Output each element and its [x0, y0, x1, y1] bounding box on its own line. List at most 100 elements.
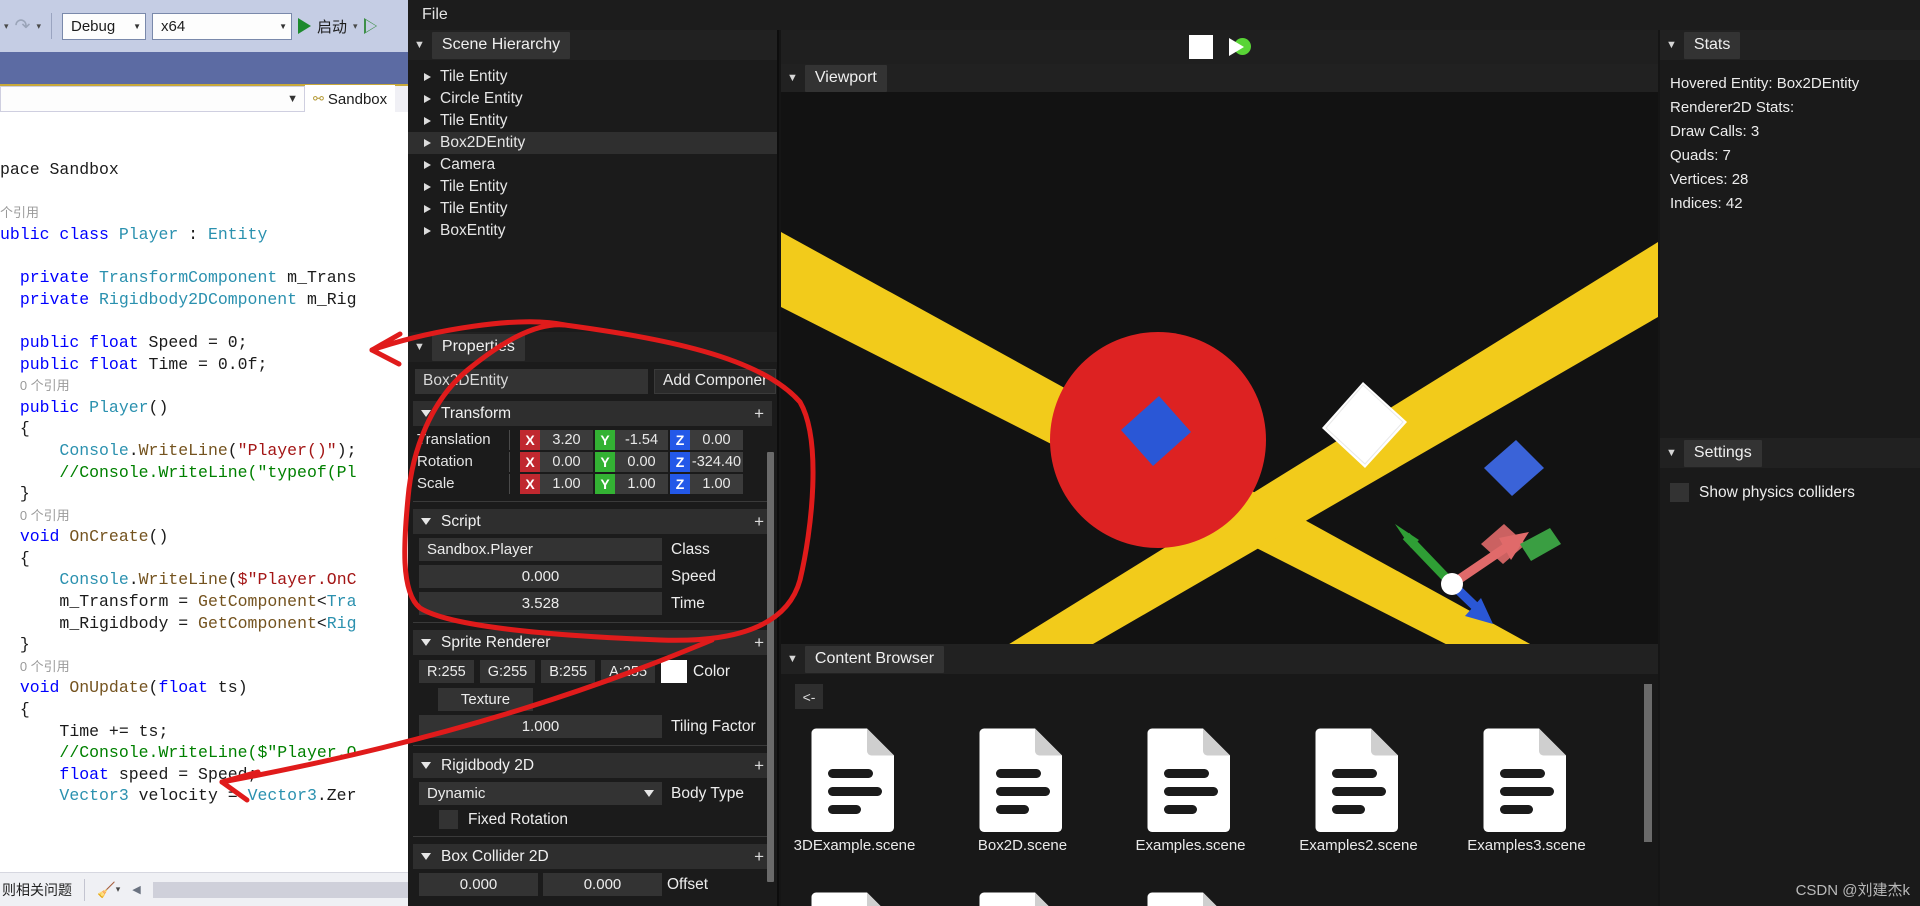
- script-component-header[interactable]: Script +: [413, 509, 772, 534]
- expand-triangle-icon[interactable]: [424, 139, 431, 147]
- transform-scale-z-input[interactable]: 1.00: [690, 474, 743, 494]
- color-g-input[interactable]: G:255: [479, 660, 536, 683]
- color-r-input[interactable]: R:255: [419, 660, 474, 683]
- entity-row[interactable]: Tile Entity: [408, 198, 777, 220]
- menu-file[interactable]: File: [422, 6, 448, 24]
- entity-name-input[interactable]: Box2DEntity: [415, 368, 648, 394]
- expand-triangle-icon[interactable]: [424, 205, 431, 213]
- entity-row[interactable]: Tile Entity: [408, 110, 777, 132]
- content-item[interactable]: [794, 888, 915, 906]
- content-item[interactable]: Examples.scene: [1130, 724, 1251, 854]
- start-button-label[interactable]: 启动: [317, 16, 347, 37]
- axis-y-badge[interactable]: Y: [595, 452, 615, 472]
- build-configuration-select[interactable]: Debug ▼: [61, 12, 146, 40]
- color-a-input[interactable]: A:255: [601, 660, 656, 683]
- sprite-renderer-component-header[interactable]: Sprite Renderer +: [413, 630, 772, 655]
- collapse-icon[interactable]: ▼: [787, 653, 798, 665]
- component-settings-plus-icon[interactable]: +: [754, 634, 764, 651]
- redo-dropdown-icon[interactable]: ▾: [36, 21, 41, 32]
- collapse-icon[interactable]: ▼: [1666, 447, 1677, 459]
- redo-icon[interactable]: ↷: [15, 15, 31, 38]
- add-component-button[interactable]: Add Componer: [654, 368, 777, 394]
- axis-x-badge[interactable]: X: [520, 452, 540, 472]
- expand-triangle-icon[interactable]: [424, 227, 431, 235]
- expand-triangle-icon[interactable]: [424, 117, 431, 125]
- stop-button[interactable]: [1189, 35, 1213, 59]
- build-platform-select[interactable]: x64 ▼: [151, 12, 292, 40]
- transform-rotation-x-input[interactable]: 0.00: [540, 452, 593, 472]
- transform-translation-y-input[interactable]: -1.54: [615, 430, 668, 450]
- transform-scale-x-input[interactable]: 1.00: [540, 474, 593, 494]
- broom-icon[interactable]: 🧹: [97, 881, 116, 899]
- color-swatch[interactable]: [661, 660, 688, 683]
- expand-triangle-icon[interactable]: [424, 73, 431, 81]
- component-settings-plus-icon[interactable]: +: [754, 513, 764, 530]
- component-settings-plus-icon[interactable]: +: [754, 757, 764, 774]
- component-settings-plus-icon[interactable]: +: [754, 848, 764, 865]
- entity-row[interactable]: Box2DEntity: [408, 132, 777, 154]
- content-item[interactable]: Examples3.scene: [1466, 724, 1587, 854]
- viewport-title[interactable]: Viewport: [804, 64, 887, 92]
- run-without-debug-icon[interactable]: [363, 18, 377, 34]
- fixed-rotation-checkbox[interactable]: [439, 810, 458, 829]
- component-settings-plus-icon[interactable]: +: [754, 405, 764, 422]
- entity-row[interactable]: Tile Entity: [408, 66, 777, 88]
- show-colliders-checkbox[interactable]: [1670, 483, 1689, 502]
- axis-y-badge[interactable]: Y: [595, 474, 615, 494]
- navigate-back-button[interactable]: <-: [795, 684, 823, 709]
- scene-hierarchy-title[interactable]: Scene Hierarchy: [431, 31, 571, 59]
- expand-triangle-icon[interactable]: [424, 161, 431, 169]
- content-item[interactable]: Box2D.scene: [962, 724, 1083, 854]
- simulate-button[interactable]: [1226, 35, 1253, 59]
- axis-z-badge[interactable]: Z: [670, 430, 690, 450]
- properties-title[interactable]: Properties: [431, 333, 525, 361]
- content-browser-title[interactable]: Content Browser: [804, 645, 945, 673]
- collapse-icon[interactable]: ▼: [414, 341, 425, 353]
- undo-dropdown-icon[interactable]: ▾: [4, 21, 9, 32]
- script-class-input[interactable]: Sandbox.Player: [419, 538, 662, 561]
- body-type-select[interactable]: Dynamic: [419, 782, 662, 805]
- expand-triangle-icon[interactable]: [424, 183, 431, 191]
- color-b-input[interactable]: B:255: [541, 660, 596, 683]
- expand-triangle-icon[interactable]: [424, 95, 431, 103]
- content-item[interactable]: Examples2.scene: [1298, 724, 1419, 854]
- axis-z-badge[interactable]: Z: [670, 452, 690, 472]
- collider-offset-y-input[interactable]: 0.000: [543, 873, 662, 896]
- collider-offset-x-input[interactable]: 0.000: [419, 873, 538, 896]
- vs-tab-sandbox[interactable]: ⚯ Sandbox: [305, 85, 396, 113]
- rigidbody2d-component-header[interactable]: Rigidbody 2D +: [413, 753, 772, 778]
- tiling-factor-input[interactable]: 1.000: [419, 715, 662, 738]
- content-item[interactable]: [1130, 888, 1251, 906]
- transform-rotation-y-input[interactable]: 0.00: [615, 452, 668, 472]
- transform-rotation-z-input[interactable]: -324.40: [690, 452, 743, 472]
- entity-row[interactable]: Circle Entity: [408, 88, 777, 110]
- script-speed-input[interactable]: 0.000: [419, 565, 662, 588]
- content-item[interactable]: 3DExample.scene: [794, 724, 915, 854]
- settings-title[interactable]: Settings: [1683, 439, 1762, 467]
- vs-nav-dropdown[interactable]: ▼: [0, 86, 305, 112]
- axis-x-badge[interactable]: X: [520, 430, 540, 450]
- entity-row[interactable]: Tile Entity: [408, 176, 777, 198]
- viewport-canvas[interactable]: [781, 92, 1658, 644]
- collapse-icon[interactable]: ▼: [414, 39, 425, 51]
- transform-translation-z-input[interactable]: 0.00: [690, 430, 743, 450]
- entity-row[interactable]: BoxEntity: [408, 220, 777, 242]
- axis-z-badge[interactable]: Z: [670, 474, 690, 494]
- texture-button[interactable]: Texture: [438, 688, 533, 711]
- collapse-icon[interactable]: ▼: [1666, 39, 1677, 51]
- scroll-left-icon[interactable]: ◀: [132, 883, 140, 896]
- run-play-icon[interactable]: [297, 18, 311, 34]
- content-browser-scrollbar[interactable]: [1644, 684, 1652, 842]
- box-collider2d-component-header[interactable]: Box Collider 2D +: [413, 844, 772, 869]
- content-item[interactable]: [962, 888, 1083, 906]
- transform-scale-y-input[interactable]: 1.00: [615, 474, 668, 494]
- vs-code-editor[interactable]: pace Sandbox 个引用 ublic class Player : Enti…: [0, 112, 470, 872]
- transform-translation-x-input[interactable]: 3.20: [540, 430, 593, 450]
- start-dropdown-icon[interactable]: ▾: [353, 21, 358, 32]
- collapse-icon[interactable]: ▼: [787, 72, 798, 84]
- transform-component-header[interactable]: Transform +: [413, 401, 772, 426]
- axis-y-badge[interactable]: Y: [595, 430, 615, 450]
- script-time-input[interactable]: 3.528: [419, 592, 662, 615]
- properties-scrollbar[interactable]: [767, 452, 774, 882]
- axis-x-badge[interactable]: X: [520, 474, 540, 494]
